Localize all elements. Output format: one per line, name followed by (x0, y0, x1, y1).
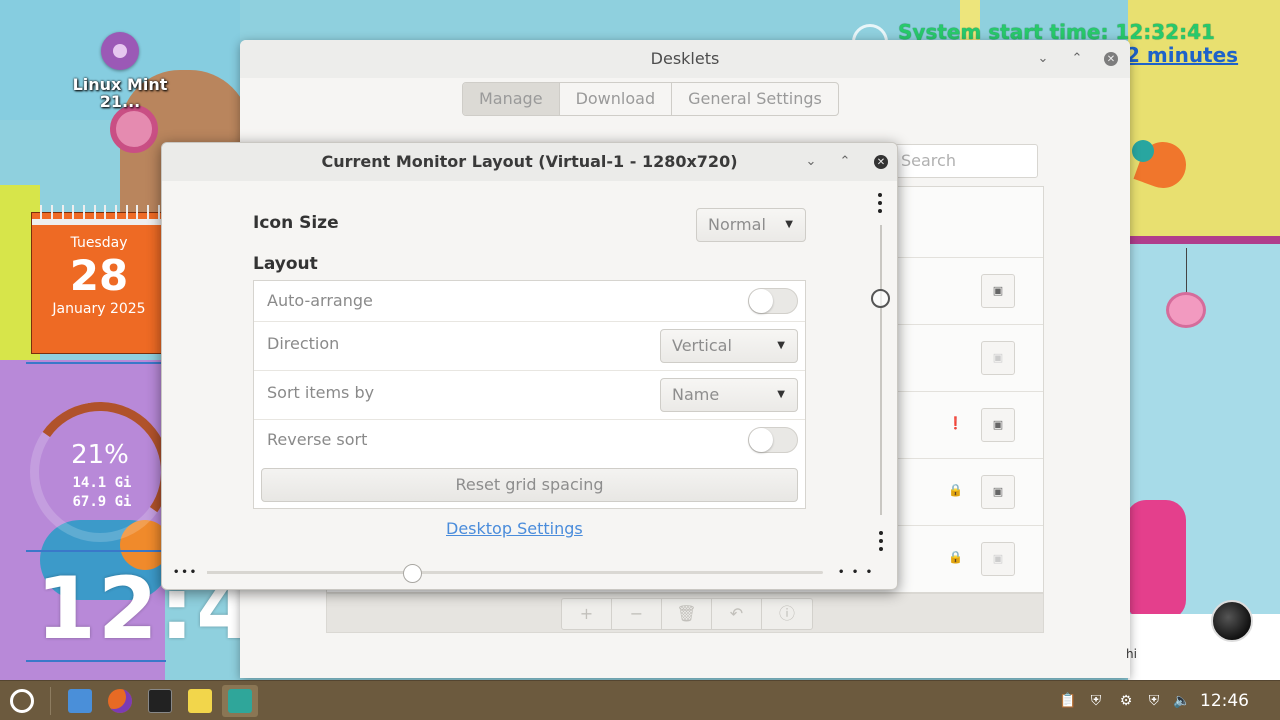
desklet-divider (26, 660, 166, 662)
trash-button[interactable]: 🗑 (662, 599, 712, 629)
direction-row: Direction Vertical ▼ (254, 322, 805, 371)
sort-row: Sort items by Name ▼ (254, 371, 805, 420)
disc-icon (101, 32, 139, 70)
reset-grid-spacing-button[interactable]: Reset grid spacing (261, 468, 798, 502)
auto-arrange-label: Auto-arrange (267, 291, 373, 310)
taskbar: 📋 ⛨ ⚙ ⛨ 🔈 12:46 (0, 680, 1280, 720)
vertical-scrollbar[interactable] (880, 225, 882, 515)
tab-bar: Manage Download General Settings (462, 82, 839, 116)
calendar-month-year: January 2025 (52, 301, 146, 317)
direction-label: Direction (267, 334, 340, 353)
lock-icon: 🔒 (948, 483, 963, 497)
taskbar-separator (50, 687, 51, 715)
icon-size-value: Normal (708, 215, 766, 234)
usb-icon[interactable]: ⚙ (1116, 691, 1136, 711)
list-toolbar: + − 🗑 ↶ ⓘ (326, 593, 1044, 633)
desktop-icon-linux-mint[interactable]: Linux Mint 21... (60, 32, 180, 110)
calendar-day: 28 (69, 251, 129, 300)
zoom-slider-thumb[interactable] (403, 564, 422, 583)
clipboard-icon[interactable]: 📋 (1058, 691, 1078, 711)
calendar-desklet: Tuesday 28 January 2025 (31, 205, 168, 354)
auto-arrange-row: Auto-arrange (254, 281, 805, 322)
uptime-duration: 2 minutes (1126, 43, 1239, 67)
partial-label: hi (1126, 647, 1137, 661)
tab-download[interactable]: Download (560, 83, 673, 115)
desklets-titlebar: Desklets (240, 40, 1130, 78)
chevron-down-icon: ▼ (777, 340, 785, 351)
tab-manage[interactable]: Manage (463, 83, 560, 115)
info-button[interactable]: ⓘ (762, 599, 812, 629)
warning-icon: ❗ (948, 416, 963, 430)
desklets-icon[interactable] (222, 685, 258, 717)
desklet-divider (26, 550, 166, 552)
moon-icon (1211, 600, 1253, 642)
tab-general-settings[interactable]: General Settings (672, 83, 838, 115)
maximize-icon[interactable]: ⌃ (836, 153, 854, 171)
minimize-icon[interactable]: ⌄ (802, 153, 820, 171)
desktop-settings-link[interactable]: Desktop Settings (446, 519, 583, 538)
dialog-title: Current Monitor Layout (Virtual-1 - 1280… (321, 152, 738, 171)
menu-icon[interactable] (4, 685, 40, 717)
calendar-rings (32, 205, 168, 219)
configure-icon[interactable]: ▣ (981, 542, 1015, 576)
dialog-titlebar: Current Monitor Layout (Virtual-1 - 1280… (162, 143, 897, 181)
calendar-top-strip (32, 219, 168, 225)
calendar-weekday: Tuesday (70, 235, 128, 251)
kebab-menu-icon[interactable] (879, 531, 885, 555)
lock-icon: 🔒 (948, 550, 963, 564)
chevron-down-icon: ▼ (785, 219, 793, 230)
close-icon[interactable]: ✕ (874, 155, 888, 169)
desklet-divider (26, 362, 166, 364)
search-input[interactable]: Search (890, 144, 1038, 178)
reverse-sort-row: Reverse sort (254, 420, 805, 461)
configure-icon[interactable]: ▣ (981, 341, 1015, 375)
volume-icon[interactable]: 🔈 (1172, 691, 1192, 711)
reverse-sort-label: Reverse sort (267, 430, 368, 449)
minimize-icon[interactable]: ⌄ (1034, 50, 1052, 68)
kebab-menu-icon[interactable] (878, 193, 884, 217)
configure-icon[interactable]: ▣ (981, 475, 1015, 509)
reverse-sort-toggle[interactable] (748, 427, 798, 453)
chevron-down-icon: ▼ (777, 389, 785, 400)
direction-dropdown[interactable]: Vertical ▼ (660, 329, 798, 363)
taskbar-clock[interactable]: 12:46 (1200, 681, 1249, 720)
update-shield-icon[interactable]: ⛨ (1086, 691, 1106, 711)
close-icon[interactable]: ✕ (1104, 52, 1118, 66)
sort-value: Name (672, 385, 720, 404)
sort-label: Sort items by (267, 383, 375, 402)
memory-percent: 21% (71, 440, 129, 470)
notes-icon[interactable] (182, 685, 218, 717)
files-icon[interactable] (62, 685, 98, 717)
direction-value: Vertical (672, 336, 732, 355)
undo-button[interactable]: ↶ (712, 599, 762, 629)
remove-button[interactable]: − (612, 599, 662, 629)
auto-arrange-toggle[interactable] (748, 288, 798, 314)
firefox-icon[interactable] (102, 685, 138, 717)
desktop-icon-label: Linux Mint 21... (72, 75, 168, 111)
ellipsis-icon: • • • (838, 567, 875, 578)
icon-size-label: Icon Size (253, 213, 339, 233)
terminal-icon[interactable] (142, 685, 178, 717)
ellipsis-icon: ••• (173, 567, 199, 578)
configure-icon[interactable]: ▣ (981, 408, 1015, 442)
maximize-icon[interactable]: ⌃ (1068, 50, 1086, 68)
sort-dropdown[interactable]: Name ▼ (660, 378, 798, 412)
layout-options-box: Auto-arrange Direction Vertical ▼ Sort i… (253, 280, 806, 509)
configure-icon[interactable]: ▣ (981, 274, 1015, 308)
layout-section-title: Layout (253, 254, 318, 274)
monitor-layout-dialog: Current Monitor Layout (Virtual-1 - 1280… (161, 142, 898, 590)
memory-total: 67.9 Gi (72, 494, 132, 510)
window-title: Desklets (650, 49, 720, 68)
memory-used: 14.1 Gi (72, 475, 132, 491)
zoom-slider[interactable] (207, 571, 823, 574)
shield-icon[interactable]: ⛨ (1144, 691, 1164, 711)
add-button[interactable]: + (562, 599, 612, 629)
icon-size-dropdown[interactable]: Normal ▼ (696, 208, 806, 242)
scrollbar-thumb[interactable] (871, 289, 890, 308)
